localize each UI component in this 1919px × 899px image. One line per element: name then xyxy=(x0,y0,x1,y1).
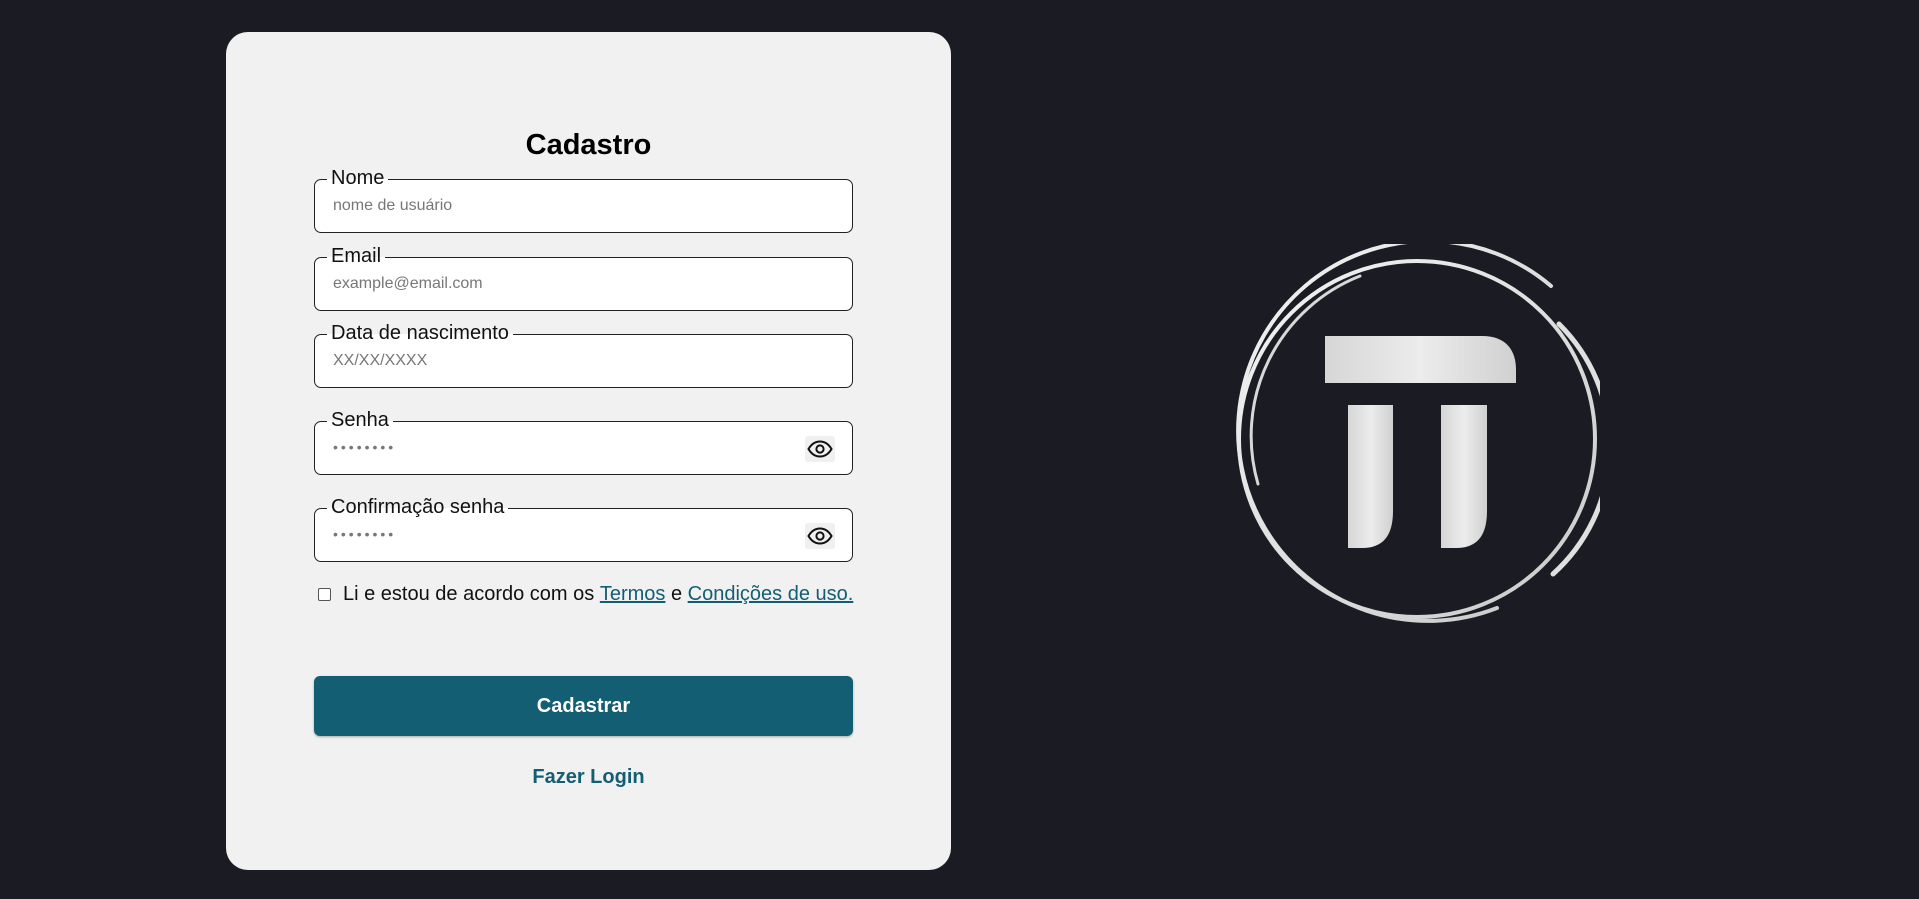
terms-text: Li e estou de acordo com os xyxy=(343,583,595,605)
email-field: Email xyxy=(314,244,853,311)
confirm-password-input[interactable] xyxy=(333,521,773,549)
password-field: Senha xyxy=(314,408,853,475)
email-label: Email xyxy=(327,244,386,266)
password-input[interactable] xyxy=(333,434,773,462)
terms-link[interactable]: Termos xyxy=(600,583,666,606)
login-link[interactable]: Fazer Login xyxy=(226,766,951,789)
name-field: Nome xyxy=(314,166,853,233)
name-label: Nome xyxy=(327,166,389,188)
conditions-link[interactable]: Condições de uso. xyxy=(688,583,854,606)
confirm-password-label: Confirmação senha xyxy=(327,495,509,517)
birthdate-field: Data de nascimento xyxy=(314,321,853,388)
birthdate-label: Data de nascimento xyxy=(327,321,513,343)
register-card: Cadastro Nome Email Data de nascimento S… xyxy=(226,32,951,870)
terms-conjunction: e xyxy=(670,583,683,605)
show-confirm-password-eye-icon[interactable] xyxy=(805,523,835,549)
confirm-password-field: Confirmação senha xyxy=(314,495,853,562)
password-label: Senha xyxy=(327,408,393,430)
name-input[interactable] xyxy=(333,192,773,220)
email-input[interactable] xyxy=(333,270,773,298)
show-password-eye-icon[interactable] xyxy=(805,436,835,462)
terms-checkbox[interactable] xyxy=(318,588,331,601)
logo-icon xyxy=(1220,238,1613,634)
register-button[interactable]: Cadastrar xyxy=(314,676,853,736)
birthdate-input[interactable] xyxy=(333,347,773,375)
form-title: Cadastro xyxy=(525,129,652,161)
terms-row: Li e estou de acordo com os Termos e Con… xyxy=(318,583,853,606)
